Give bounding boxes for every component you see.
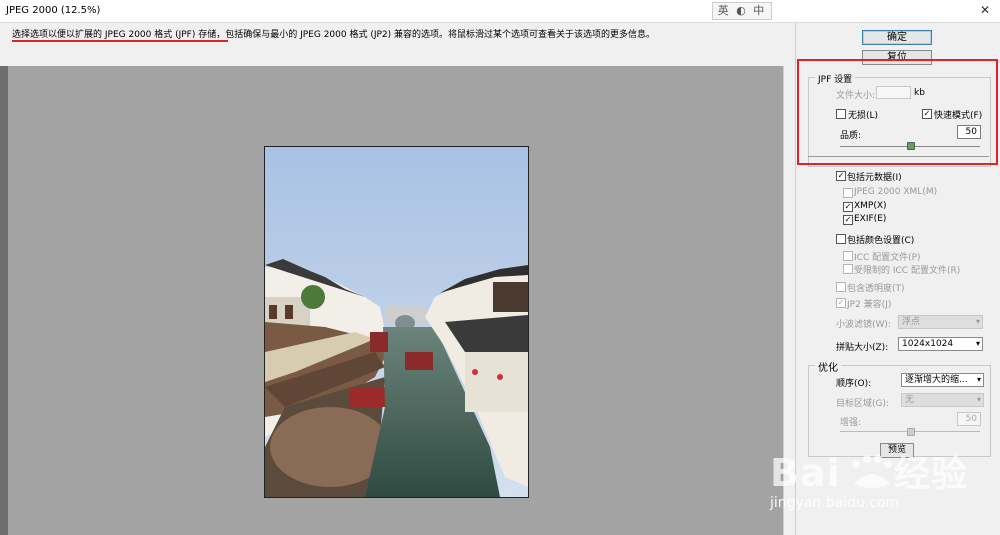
jp2-compatible-label: JP2 兼容(J)	[847, 300, 892, 310]
wavelet-value: 浮点	[902, 317, 921, 327]
jpeg2000-xml-label: JPEG 2000 XML(M)	[854, 187, 938, 197]
restricted-icc-label: 受限制的 ICC 配置文件(R)	[854, 266, 961, 276]
enhance-field[interactable]: 50	[957, 412, 981, 426]
tile-size-label: 拼贴大小(Z):	[836, 343, 889, 353]
title-bar	[0, 0, 1000, 23]
baidu-logo-graphic: Bai 经验	[770, 451, 968, 495]
preview-left-edge	[0, 66, 8, 535]
roi-value: 无	[905, 395, 915, 405]
include-color-label: 包括颜色设置(C)	[847, 236, 915, 246]
transparency-label: 包含透明度(T)	[847, 284, 905, 294]
wavelet-label: 小波滤镜(W):	[836, 320, 891, 330]
xmp-label: XMP(X)	[854, 201, 887, 211]
tile-size-select[interactable]: 1024x1024 ▾	[898, 337, 983, 351]
ime-indicator[interactable]: 英 ◐ 中	[712, 2, 772, 20]
transparency-checkbox[interactable]	[836, 282, 846, 292]
icc-profile-checkbox[interactable]	[843, 251, 853, 261]
chevron-down-icon: ▾	[975, 317, 980, 326]
window-title: JPEG 2000 (12.5%)	[6, 5, 101, 16]
exif-label: EXIF(E)	[854, 214, 887, 224]
annotation-highlight-box	[797, 59, 998, 165]
ok-button[interactable]: 确定	[862, 30, 932, 45]
include-metadata-label: 包括元数据(I)	[847, 173, 902, 183]
chevron-down-icon: ▾	[976, 395, 981, 404]
enhance-label: 增强:	[840, 418, 862, 428]
wavelet-select[interactable]: 浮点 ▾	[898, 315, 983, 329]
baidu-watermark-url: jingyan.baidu.com	[770, 495, 900, 511]
svg-text:Bai: Bai	[770, 451, 841, 495]
chevron-down-icon: ▾	[975, 339, 980, 348]
roi-label: 目标区域(G):	[836, 399, 890, 409]
exif-checkbox[interactable]: ✓	[843, 215, 853, 225]
jpeg2000-xml-checkbox[interactable]	[843, 188, 853, 198]
jp2-compatible-checkbox[interactable]: ✓	[836, 298, 846, 308]
icc-profile-label: ICC 配置文件(P)	[854, 253, 921, 263]
hint-text: 选择选项以便以扩展的 JPEG 2000 格式 (JPF) 存储，包括确保与最小…	[12, 30, 656, 40]
optimize-title: 优化	[815, 359, 841, 374]
close-icon[interactable]: ✕	[975, 2, 995, 18]
restricted-icc-checkbox[interactable]	[843, 264, 853, 274]
roi-select[interactable]: 无 ▾	[901, 393, 984, 407]
order-select[interactable]: 逐渐增大的缩... ▾	[901, 373, 984, 387]
order-value: 逐渐增大的缩...	[905, 375, 968, 385]
xmp-checkbox[interactable]: ✓	[843, 202, 853, 212]
preview-image	[264, 146, 529, 498]
enhance-slider-thumb[interactable]	[907, 428, 915, 436]
tile-size-value: 1024x1024	[902, 339, 954, 349]
include-metadata-checkbox[interactable]: ✓	[836, 171, 846, 181]
svg-text:经验: 经验	[894, 454, 968, 495]
include-color-checkbox[interactable]	[836, 234, 846, 244]
canal-town-photo	[265, 147, 528, 497]
order-label: 顺序(O):	[836, 379, 872, 389]
chevron-down-icon: ▾	[976, 375, 981, 384]
annotation-underline	[12, 40, 228, 42]
